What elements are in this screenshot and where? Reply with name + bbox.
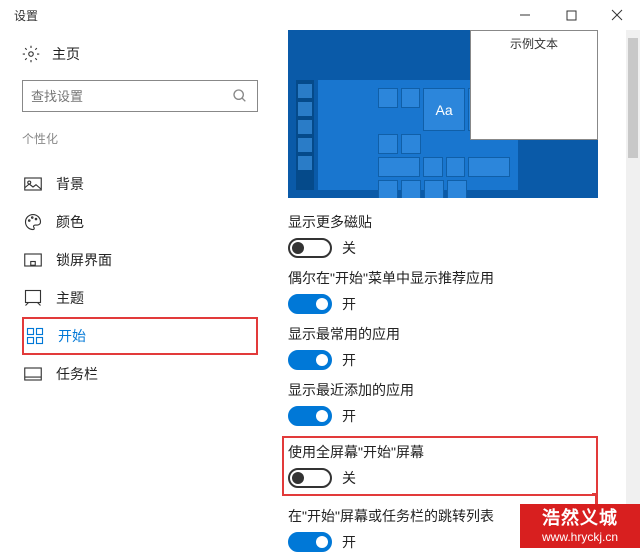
start-preview: Aa 示例文本 (288, 30, 598, 198)
sidebar-item-label: 主题 (56, 288, 84, 308)
home-label: 主页 (52, 44, 80, 64)
search-icon (231, 87, 249, 105)
toggle-state-text: 关 (342, 238, 356, 258)
search-input[interactable] (22, 80, 258, 112)
palette-icon (24, 213, 42, 231)
sidebar-item-lockscreen[interactable]: 锁屏界面 (22, 241, 258, 279)
home-link[interactable]: 主页 (22, 44, 258, 64)
theme-icon (24, 289, 42, 307)
setting-label: 偶尔在"开始"菜单中显示推荐应用 (288, 268, 598, 288)
start-icon (26, 327, 44, 345)
section-label: 个性化 (22, 130, 258, 147)
setting-suggestions: 偶尔在"开始"菜单中显示推荐应用 开 (288, 268, 598, 314)
toggle-state-text: 开 (342, 532, 356, 552)
sidebar-item-start[interactable]: 开始 (22, 317, 258, 355)
window-title: 设置 (14, 7, 38, 24)
setting-label: 显示最近添加的应用 (288, 380, 598, 400)
settings-list: 显示更多磁贴 关 偶尔在"开始"菜单中显示推荐应用 开 显示最常用的应用 开 (288, 198, 598, 552)
setting-more-tiles: 显示更多磁贴 关 (288, 212, 598, 258)
preview-tile-aa: Aa (423, 88, 465, 131)
taskbar-icon (24, 365, 42, 383)
setting-fullscreen-start: 使用全屏幕"开始"屏幕 关 (282, 436, 598, 496)
search-field[interactable] (31, 89, 231, 104)
setting-label: 使用全屏幕"开始"屏幕 (288, 442, 590, 462)
toggle-suggestions[interactable] (288, 294, 332, 314)
sidebar-item-themes[interactable]: 主题 (22, 279, 258, 317)
sidebar-item-label: 背景 (56, 174, 84, 194)
watermark-title: 浩然义城 (542, 508, 618, 530)
main-panel: Aa 示例文本 显示更多磁贴 关 偶尔在"开始"菜单中显示推荐应用 (270, 30, 640, 548)
sidebar: 主页 个性化 背景 颜色 锁屏界面 主题 (0, 30, 270, 548)
sidebar-item-colors[interactable]: 颜色 (22, 203, 258, 241)
sample-text-popup: 示例文本 (470, 30, 598, 140)
setting-most-used: 显示最常用的应用 开 (288, 324, 598, 370)
toggle-state-text: 开 (342, 406, 356, 426)
toggle-jumplist[interactable] (288, 532, 332, 552)
window-controls (502, 0, 640, 30)
sidebar-item-label: 任务栏 (56, 364, 98, 384)
scrollbar[interactable] (626, 30, 640, 548)
toggle-state-text: 开 (342, 294, 356, 314)
sidebar-item-label: 开始 (58, 326, 86, 346)
setting-recently-added: 显示最近添加的应用 开 (288, 380, 598, 426)
sidebar-item-background[interactable]: 背景 (22, 165, 258, 203)
watermark-url: www.hryckj.cn (542, 530, 618, 544)
sidebar-item-taskbar[interactable]: 任务栏 (22, 355, 258, 393)
toggle-most-used[interactable] (288, 350, 332, 370)
sidebar-item-label: 颜色 (56, 212, 84, 232)
toggle-more-tiles[interactable] (288, 238, 332, 258)
toggle-state-text: 开 (342, 350, 356, 370)
toggle-state-text: 关 (342, 468, 356, 488)
picture-icon (24, 175, 42, 193)
lockscreen-icon (24, 251, 42, 269)
watermark: 浩然义城 www.hryckj.cn (520, 504, 640, 548)
toggle-recently-added[interactable] (288, 406, 332, 426)
close-button[interactable] (594, 0, 640, 30)
toggle-fullscreen-start[interactable] (288, 468, 332, 488)
minimize-button[interactable] (502, 0, 548, 30)
maximize-button[interactable] (548, 0, 594, 30)
scrollbar-thumb[interactable] (628, 38, 638, 158)
gear-icon (22, 45, 40, 63)
setting-label: 显示更多磁贴 (288, 212, 598, 232)
titlebar: 设置 (0, 0, 640, 30)
sidebar-item-label: 锁屏界面 (56, 250, 112, 270)
preview-taskbar (296, 80, 314, 190)
setting-label: 显示最常用的应用 (288, 324, 598, 344)
